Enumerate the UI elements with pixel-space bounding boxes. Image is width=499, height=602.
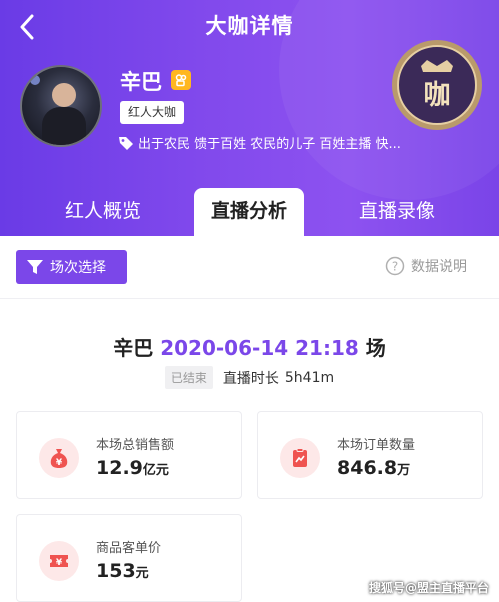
svg-text:?: ? <box>392 260 398 274</box>
filter-icon <box>27 260 43 274</box>
tag-icon <box>119 136 133 150</box>
svg-text:¥: ¥ <box>56 458 63 468</box>
bio-tags-text: 出于农民 馈于百姓 农民的儿子 百姓主播 快... <box>138 137 401 152</box>
tab-bar: 红人概览 直播分析 直播录像 <box>0 188 499 236</box>
tab-live-replay[interactable]: 直播录像 <box>332 188 462 236</box>
ticket-yen-icon: ¥ <box>39 541 79 581</box>
session-suffix: 场 <box>365 336 386 360</box>
svg-text:¥: ¥ <box>56 558 63 568</box>
money-bag-icon: ¥ <box>39 438 79 478</box>
duration-value: 5h41m <box>284 369 335 386</box>
question-icon: ? <box>385 256 405 276</box>
kuaishou-badge-icon <box>171 70 191 90</box>
session-status-row: 已结束 直播时长 5h41m <box>0 366 499 389</box>
vip-seal-icon: 咖 <box>392 40 482 130</box>
session-filter-button[interactable]: 场次选择 <box>16 250 127 284</box>
profile-header: 大咖详情 辛巴 红人大咖 出于农民 馈于百姓 农民的儿子 百姓主播 快... 咖… <box>0 0 499 236</box>
filter-label: 场次选择 <box>50 260 106 276</box>
clipboard-chart-icon <box>280 438 320 478</box>
metric-value: 153元 <box>96 560 149 582</box>
metric-card-avg-price: ¥ 商品客单价 153元 <box>16 514 242 602</box>
tab-overview[interactable]: 红人概览 <box>38 188 168 236</box>
metric-label: 商品客单价 <box>96 541 162 556</box>
streamer-name: 辛巴 <box>120 70 162 94</box>
help-label: 数据说明 <box>411 259 467 275</box>
page-title: 大咖详情 <box>205 14 294 38</box>
status-badge: 已结束 <box>164 366 213 389</box>
data-help-link[interactable]: ? 数据说明 <box>385 256 467 276</box>
duration-label: 直播时长 <box>222 370 279 387</box>
metric-label: 本场订单数量 <box>337 438 416 453</box>
bio-tags: 出于农民 馈于百姓 农民的儿子 百姓主播 快... <box>118 133 468 152</box>
session-datetime: 2020-06-14 21:18 <box>160 336 359 360</box>
tab-live-analysis[interactable]: 直播分析 <box>194 188 304 236</box>
section-divider <box>0 298 499 299</box>
session-title: 辛巴 2020-06-14 21:18 场 <box>0 332 499 361</box>
role-tag: 红人大咖 <box>120 101 185 124</box>
metric-value: 846.8万 <box>337 457 411 479</box>
metric-value: 12.9亿元 <box>96 457 169 479</box>
session-streamer: 辛巴 <box>113 336 154 360</box>
avatar <box>20 65 102 147</box>
seal-char: 咖 <box>424 80 451 111</box>
watermark: 搜狐号@盟主直播平台 <box>368 581 489 595</box>
metric-label: 本场总销售额 <box>96 438 175 453</box>
metric-card-orders: 本场订单数量 846.8万 <box>257 411 483 499</box>
metric-card-sales: ¥ 本场总销售额 12.9亿元 <box>16 411 242 499</box>
